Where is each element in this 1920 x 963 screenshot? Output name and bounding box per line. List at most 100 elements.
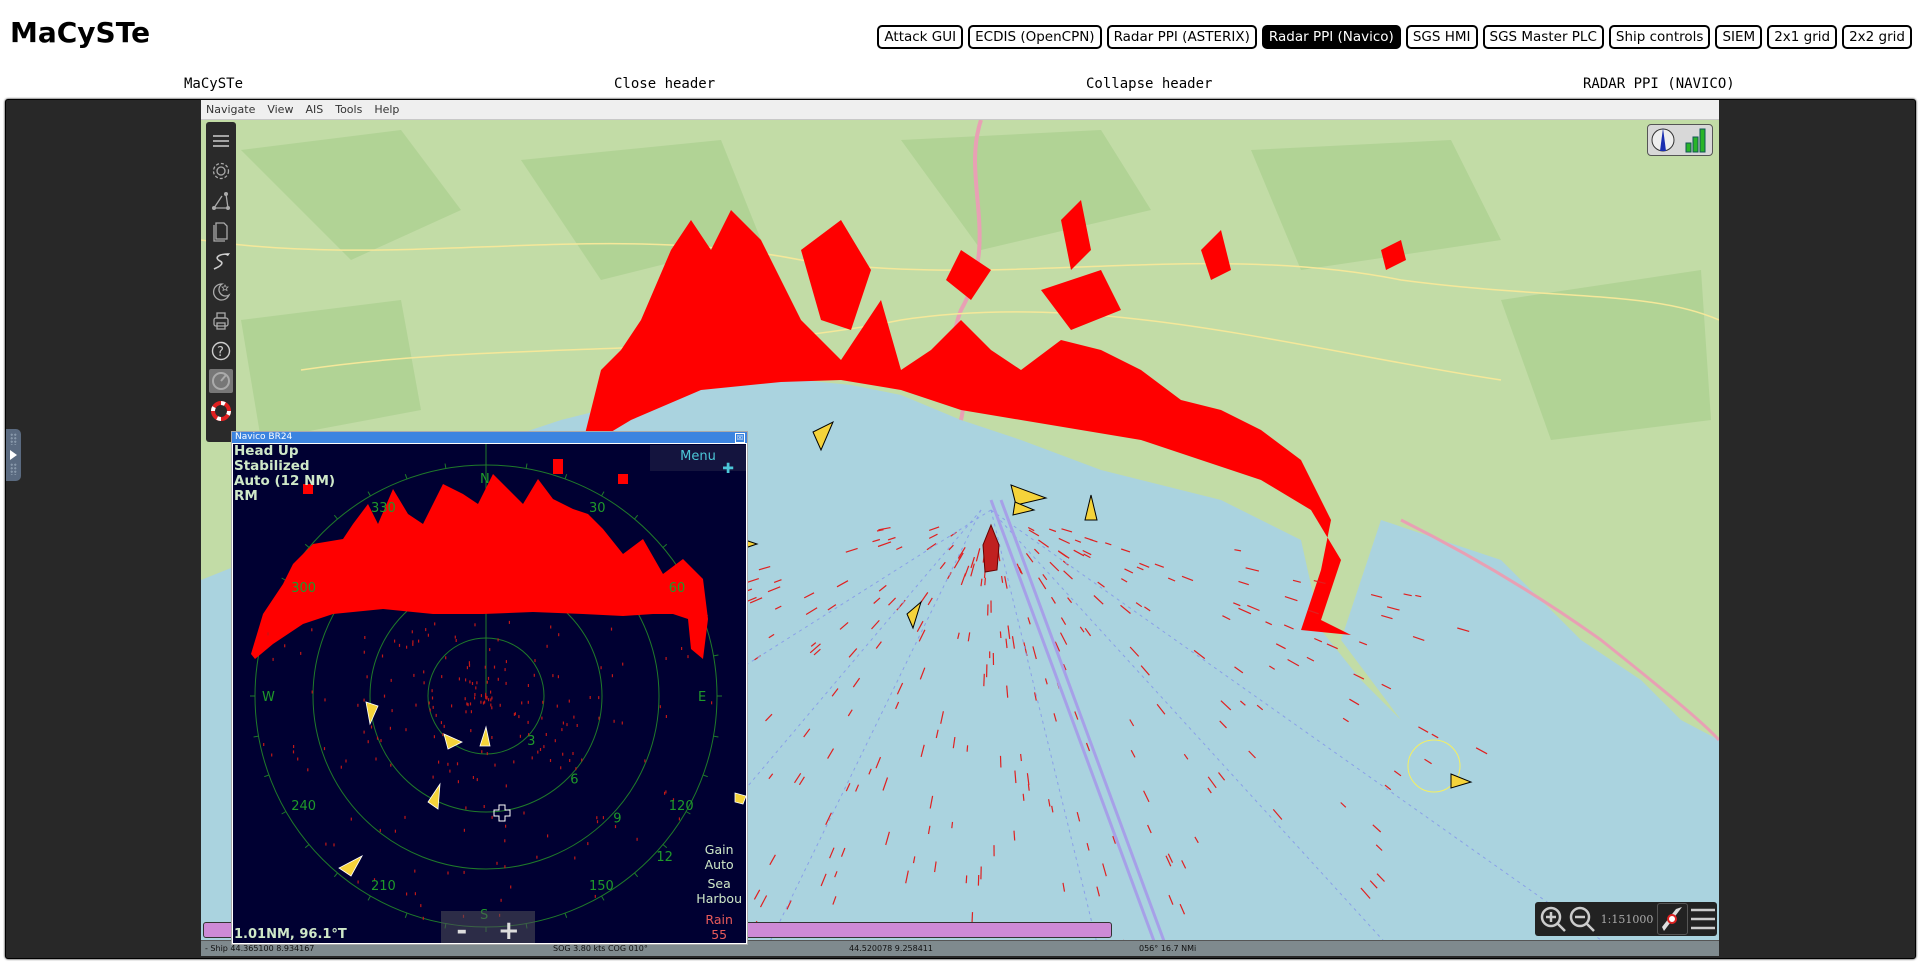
clutter-streak (966, 745, 969, 752)
echo-speckle (300, 651, 302, 655)
clutter-streak (749, 597, 763, 604)
clutter-streak (868, 768, 872, 775)
track-button[interactable] (209, 249, 233, 273)
close-header-link[interactable]: Close header (614, 76, 715, 92)
nav-button-siem[interactable]: SIEM (1715, 25, 1763, 49)
bearing-tick (525, 463, 528, 469)
clutter-streak (1027, 784, 1030, 791)
echo-speckle (510, 885, 512, 889)
clutter-streak (809, 643, 821, 654)
clutter-streak (1375, 844, 1383, 851)
nav-button-radar-ppi-asterix[interactable]: Radar PPI (ASTERIX) (1106, 25, 1257, 49)
chart-menu-button[interactable] (1688, 904, 1717, 934)
echo-blob (553, 459, 563, 474)
menu-tools[interactable]: Tools (335, 103, 362, 116)
echo-speckle (681, 647, 683, 650)
radar-ppi-display[interactable]: N3060E120150S210240W30033036912 Head UpS… (233, 444, 746, 943)
clutter-streak (1049, 561, 1060, 572)
bearing-label: 60 (669, 581, 686, 596)
ship-icon (1661, 907, 1682, 931)
clutter-streak (1283, 624, 1294, 630)
clutter-streak (951, 821, 954, 829)
radar-info-line: Auto (12 NM) (234, 473, 336, 489)
nav-button-ship-controls[interactable]: Ship controls (1608, 25, 1711, 49)
clutter-streak (975, 548, 981, 562)
echo-speckle (307, 768, 309, 772)
clutter-streak (1051, 805, 1054, 813)
compass-gps-widget[interactable] (1647, 124, 1713, 156)
echo-speckle (389, 726, 391, 730)
clutter-streak (839, 621, 849, 630)
clutter-streak (845, 547, 858, 553)
chart-zoom-controls: 1:151000 (1535, 902, 1717, 936)
side-panel-toggle[interactable] (6, 429, 21, 481)
collapse-header-link[interactable]: Collapse header (1086, 76, 1212, 92)
bearing-tick (601, 895, 605, 901)
bearing-tick (281, 811, 287, 815)
help-button[interactable]: ? (209, 339, 233, 363)
nav-button-ecdis-opencpn[interactable]: ECDIS (OpenCPN) (968, 25, 1102, 49)
menu-label: Menu (680, 449, 716, 464)
menu-button[interactable] (209, 129, 233, 153)
cursor-readout: 1.01NM, 96.1°T (234, 927, 347, 942)
echo-speckle (542, 700, 544, 704)
clutter-streak (887, 536, 896, 541)
night-mode-button[interactable] (209, 279, 233, 303)
svg-text:?: ? (217, 345, 224, 360)
clutter-streak (1124, 568, 1134, 574)
clutter-streak (827, 604, 837, 611)
clutter-streak (1340, 802, 1347, 808)
nav-button-attack-gui[interactable]: Attack GUI (877, 25, 964, 49)
echo-speckle (447, 871, 449, 875)
clutter-streak (1181, 575, 1194, 582)
clutter-streak (1220, 700, 1232, 711)
nav-button-sgs-master-plc[interactable]: SGS Master PLC (1482, 25, 1604, 49)
route-button[interactable] (209, 189, 233, 213)
clutter-streak (875, 756, 882, 769)
zoom-in-icon (1541, 906, 1567, 932)
radar-info-line: RM (234, 488, 258, 504)
radar-zoom-in-button[interactable]: + (498, 916, 520, 943)
clutter-streak (926, 543, 937, 551)
lifebuoy-button[interactable] (209, 399, 233, 423)
echo-speckle (549, 759, 552, 762)
echo-speckle (636, 837, 638, 841)
radar-menu-button[interactable]: Menu ✚ (650, 445, 746, 476)
print-button[interactable] (209, 309, 233, 333)
echo-speckle (508, 620, 510, 624)
menu-view[interactable]: View (267, 103, 293, 116)
close-icon[interactable]: ☒ (735, 433, 745, 443)
echo-speckle (413, 673, 415, 677)
bearing-tick (253, 735, 259, 738)
echo-speckle (463, 870, 465, 874)
zoom-out-button[interactable] (1568, 904, 1597, 934)
nav-button-sgs-hmi[interactable]: SGS HMI (1405, 25, 1478, 49)
echo-speckle (367, 740, 369, 744)
gear-button[interactable] (209, 159, 233, 183)
echo-speckle (547, 834, 549, 838)
nav-button-2x2-grid[interactable]: 2x2 grid (1842, 25, 1912, 49)
navico-titlebar[interactable]: Navico BR24 ☒ (232, 432, 747, 443)
menu-help[interactable]: Help (374, 103, 399, 116)
center-ship-button[interactable] (1657, 903, 1689, 935)
echo-speckle (504, 668, 506, 672)
clutter-streak (940, 711, 944, 724)
radar-zoom-out-button[interactable]: - (456, 916, 467, 943)
echo-speckle (543, 745, 545, 749)
zoom-in-button[interactable] (1539, 904, 1568, 934)
ais-target-icon (338, 855, 363, 877)
help-icon: ? (211, 341, 231, 361)
night-mode-icon (213, 283, 231, 301)
echo-speckle (466, 702, 468, 706)
echo-speckle (414, 892, 416, 896)
nav-button-2x1-grid[interactable]: 2x1 grid (1767, 25, 1838, 49)
menu-navigate[interactable]: Navigate (206, 103, 255, 116)
nav-button-radar-ppi-navico[interactable]: Radar PPI (Navico) (1261, 25, 1401, 49)
menu-ais[interactable]: AIS (305, 103, 323, 116)
radar-button[interactable] (209, 369, 233, 393)
document-button[interactable] (209, 219, 233, 243)
ais-target-icon (479, 725, 491, 747)
clutter-streak (934, 861, 937, 873)
clutter-streak (1245, 567, 1260, 572)
echo-speckle (486, 680, 488, 684)
